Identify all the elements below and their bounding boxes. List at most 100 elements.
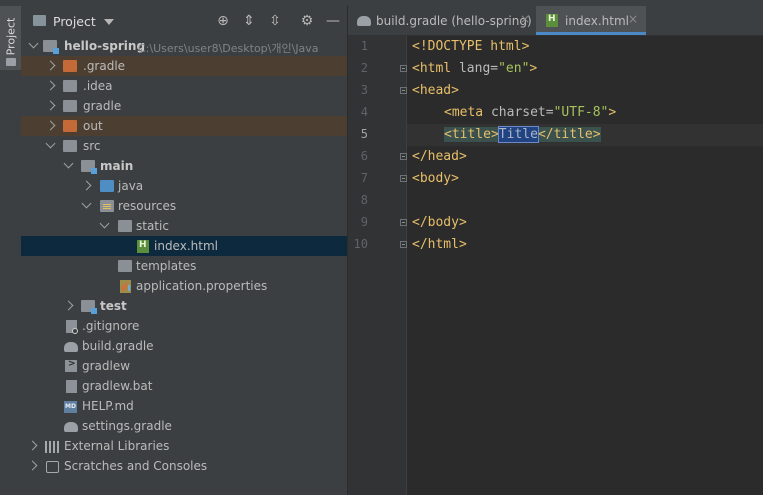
expand-all-icon[interactable]: ⇕: [240, 12, 258, 30]
tree-row-hello-spring[interactable]: hello-spring C:\Users\user8\Desktop\개인\J…: [21, 36, 347, 56]
chevron-down-icon[interactable]: [28, 38, 39, 49]
line-number: 10: [353, 237, 368, 251]
chevron-right-icon[interactable]: [27, 440, 38, 451]
tree-row-idea[interactable]: .idea: [21, 76, 347, 96]
tag-token: </body>: [412, 215, 467, 230]
code-line-4: <meta charset="UTF-8">: [444, 102, 616, 124]
line-number: 4: [360, 105, 368, 119]
fold-marker-icon[interactable]: [400, 175, 407, 182]
gitignore-file-icon: [66, 320, 78, 334]
tab-build-gradle[interactable]: build.gradle (hello-spring) ×: [348, 6, 536, 35]
tree-row-resources[interactable]: resources: [21, 196, 347, 216]
fold-marker-icon[interactable]: [400, 219, 407, 226]
fold-marker-icon[interactable]: [400, 87, 407, 94]
close-icon[interactable]: ×: [628, 12, 638, 26]
tree-label: build.gradle: [82, 339, 154, 353]
settings-icon[interactable]: ⚙: [298, 12, 316, 30]
excluded-folder-icon: [63, 60, 77, 72]
excluded-folder-icon: [63, 120, 77, 132]
chevron-right-icon[interactable]: [45, 120, 56, 131]
tree-row-test[interactable]: test: [21, 296, 347, 316]
tree-row-main[interactable]: main: [21, 156, 347, 176]
tree-row-settings-gradle[interactable]: settings.gradle: [21, 416, 347, 436]
tag-token: </title>: [537, 127, 601, 142]
chevron-right-icon[interactable]: [45, 60, 56, 71]
chevron-down-icon[interactable]: [63, 158, 74, 169]
chevron-right-icon[interactable]: [27, 460, 38, 471]
locate-icon[interactable]: ⊕: [214, 12, 232, 30]
tag-token: >: [608, 105, 617, 120]
chevron-down-icon[interactable]: [81, 198, 92, 209]
tree-row-scratches[interactable]: Scratches and Consoles: [21, 456, 347, 476]
tree-row-gradlew-bat[interactable]: gradlew.bat: [21, 376, 347, 396]
tree-label: External Libraries: [64, 439, 170, 453]
gradle-elephant-icon: [357, 16, 371, 26]
tree-label: static: [136, 219, 169, 233]
fold-marker-icon[interactable]: [400, 65, 407, 72]
tree-row-application-properties[interactable]: application.properties: [21, 276, 347, 296]
line-number-current: 5: [360, 127, 368, 141]
gradle-elephant-icon: [64, 342, 78, 352]
tag-token: </head>: [412, 149, 467, 164]
folder-icon: [6, 58, 16, 66]
tree-label: gradle: [83, 99, 122, 113]
tree-row-external-libraries[interactable]: External Libraries: [21, 436, 347, 456]
tree-label: gradlew.bat: [82, 379, 153, 393]
fold-marker-icon[interactable]: [400, 241, 407, 248]
editor-tab-bar: build.gradle (hello-spring) × index.html…: [348, 6, 763, 36]
tab-label: index.html: [565, 14, 629, 28]
tag-token: <body>: [412, 171, 459, 186]
tree-row-templates[interactable]: templates: [21, 256, 347, 276]
tag-token: <meta: [444, 105, 491, 120]
tree-row-java[interactable]: java: [21, 176, 347, 196]
tree-label: .idea: [83, 79, 113, 93]
folder-icon: [118, 260, 132, 272]
properties-file-icon: [120, 280, 131, 293]
tree-row-build-gradle[interactable]: build.gradle: [21, 336, 347, 356]
tree-row-static[interactable]: static: [21, 216, 347, 236]
tree-label: Scratches and Consoles: [64, 459, 208, 473]
tree-row-gradlew[interactable]: gradlew: [21, 356, 347, 376]
project-tool-tab-label: Project: [4, 17, 18, 56]
project-tool-tab[interactable]: Project: [0, 6, 21, 70]
minimize-icon[interactable]: —: [324, 12, 342, 30]
markdown-file-icon: [64, 401, 77, 413]
collapse-all-icon[interactable]: ⇳: [266, 12, 284, 30]
tree-row-out[interactable]: out: [21, 116, 347, 136]
fold-marker-icon[interactable]: [400, 153, 407, 160]
tag-token: <title>: [444, 127, 499, 142]
tree-label: src: [83, 139, 101, 153]
chevron-right-icon[interactable]: [45, 80, 56, 91]
tree-label: java: [118, 179, 144, 193]
code-line-10: </html>: [412, 234, 467, 256]
resources-folder-icon: [100, 200, 114, 212]
tree-row-index-html[interactable]: index.html: [21, 236, 347, 256]
tree-label: templates: [136, 259, 197, 273]
code-editor[interactable]: <!DOCTYPE html> <html lang="en"> <head> …: [407, 36, 763, 495]
tree-label: index.html: [154, 239, 218, 253]
chevron-down-icon[interactable]: [45, 138, 56, 149]
shell-script-icon: [65, 359, 77, 372]
line-number: 2: [360, 61, 368, 75]
module-folder-icon: [81, 300, 97, 314]
tab-index-html[interactable]: index.html ×: [536, 6, 646, 35]
tree-row-gradle[interactable]: gradle: [21, 96, 347, 116]
tree-row-gradle-cache[interactable]: .gradle: [21, 56, 347, 76]
chevron-right-icon[interactable]: [81, 180, 92, 191]
project-path: C:\Users\user8\Desktop\개인\Java: [138, 42, 319, 55]
module-folder-icon: [81, 160, 97, 174]
chevron-right-icon[interactable]: [45, 100, 56, 111]
tree-label: test: [100, 299, 127, 313]
tree-row-src[interactable]: src: [21, 136, 347, 156]
project-panel-title[interactable]: Project: [53, 14, 96, 29]
code-line-2: <html lang="en">: [412, 58, 537, 80]
tree-label: HELP.md: [82, 399, 134, 413]
folder-icon: [63, 80, 77, 92]
chevron-right-icon[interactable]: [63, 300, 74, 311]
library-icon: [45, 441, 59, 453]
tree-row-gitignore[interactable]: .gitignore: [21, 316, 347, 336]
chevron-down-icon[interactable]: [104, 19, 114, 25]
close-icon[interactable]: ×: [520, 12, 530, 26]
tree-row-help-md[interactable]: HELP.md: [21, 396, 347, 416]
chevron-down-icon[interactable]: [99, 218, 110, 229]
